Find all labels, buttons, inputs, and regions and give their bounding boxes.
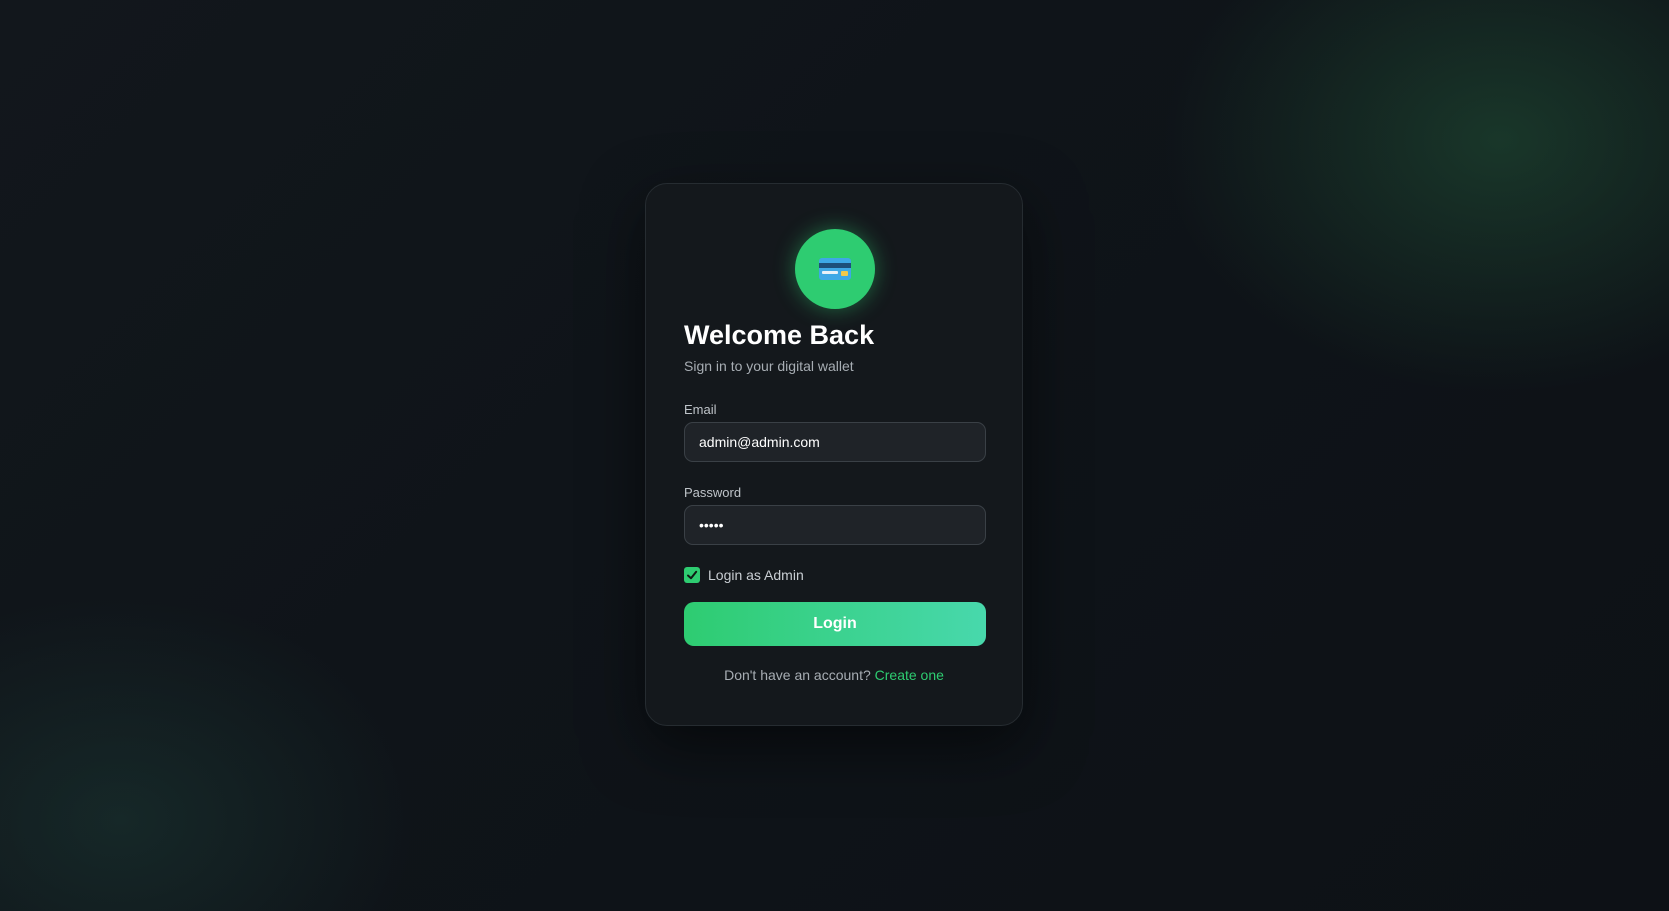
admin-checkbox[interactable] <box>684 567 700 583</box>
password-label: Password <box>684 485 742 500</box>
login-button[interactable]: Login <box>684 602 986 646</box>
checkmark-icon <box>687 570 698 580</box>
create-account-link[interactable]: Create one <box>875 667 944 683</box>
page-subtitle: Sign in to your digital wallet <box>684 358 854 374</box>
login-card: Welcome Back Sign in to your digital wal… <box>645 183 1023 726</box>
credit-card-icon <box>819 258 851 280</box>
password-field[interactable] <box>684 505 986 545</box>
page-title: Welcome Back <box>684 320 875 350</box>
signup-prompt: Don't have an account? Create one <box>646 667 1022 683</box>
admin-checkbox-label: Login as Admin <box>708 567 804 583</box>
signup-prompt-text: Don't have an account? <box>724 667 871 683</box>
email-label: Email <box>684 402 717 417</box>
email-field[interactable] <box>684 422 986 462</box>
logo-badge <box>795 229 875 309</box>
admin-checkbox-row[interactable]: Login as Admin <box>684 567 804 583</box>
